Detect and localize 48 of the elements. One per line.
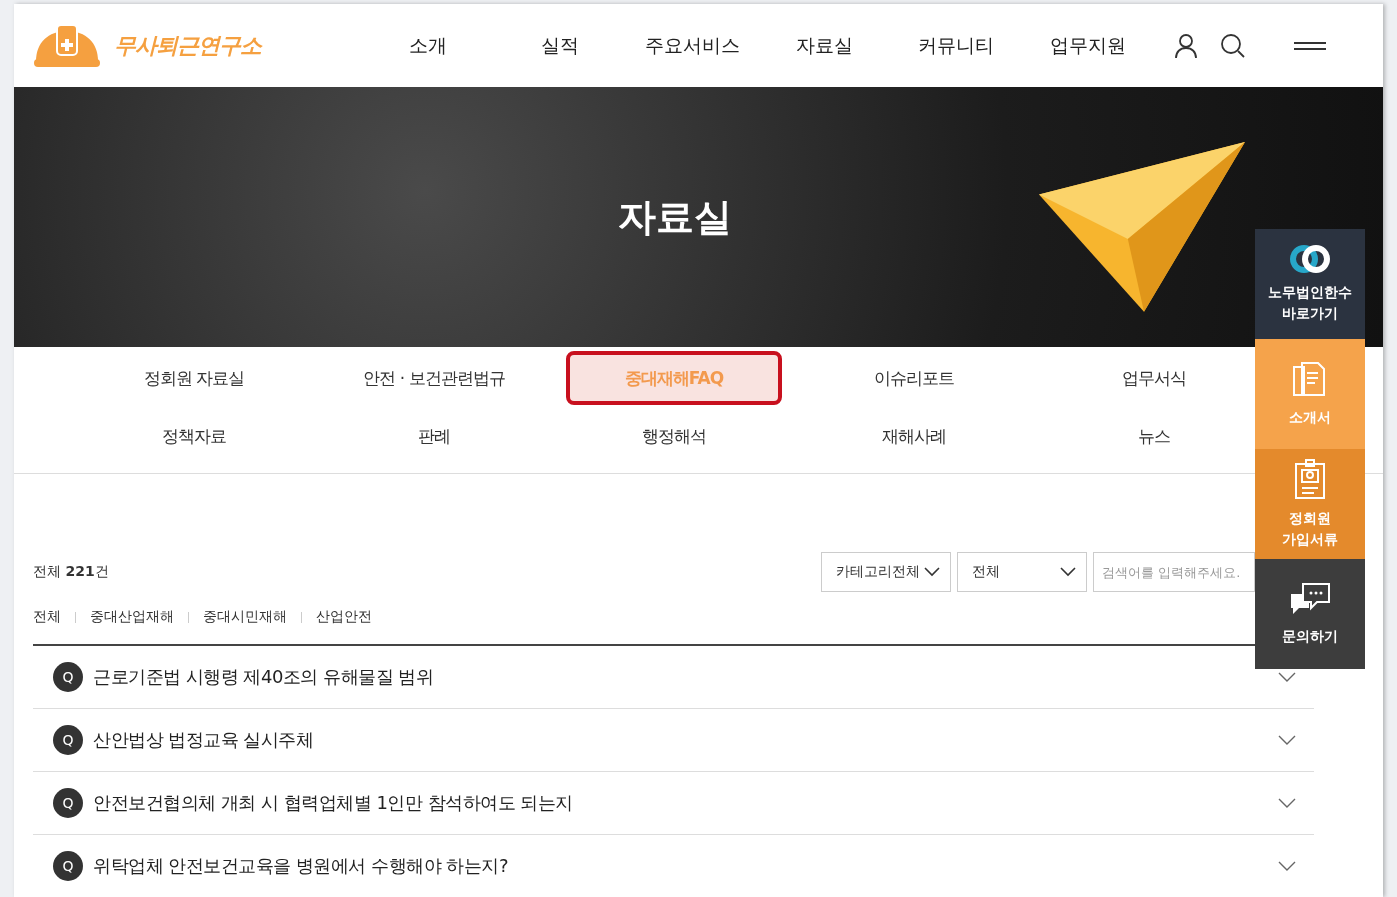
chevron-down-icon bbox=[1278, 798, 1296, 808]
submenu-tab[interactable]: 이슈리포트 bbox=[860, 351, 968, 405]
question-badge: Q bbox=[53, 662, 83, 692]
question-text: 안전보건협의체 개최 시 협력업체별 1인만 참석하여도 되는지 bbox=[93, 791, 574, 815]
submenu-tab[interactable]: 정회원 자료실 bbox=[129, 351, 259, 405]
question-text: 근로기준법 시행령 제40조의 유해물질 범위 bbox=[93, 665, 435, 689]
submenu-tab[interactable]: 재해사례 bbox=[868, 409, 960, 463]
search-field[interactable]: 검색어를 입력해주세요. bbox=[1093, 552, 1255, 592]
faq-row[interactable]: Q 산안법상 법정교육 실시주체 bbox=[33, 709, 1314, 772]
question-text: 산안법상 법정교육 실시주체 bbox=[93, 728, 315, 752]
scope-select[interactable]: 전체 bbox=[957, 552, 1087, 592]
category-link[interactable]: 중대시민재해 bbox=[203, 608, 287, 626]
submenu-tab[interactable]: 판례 bbox=[404, 409, 464, 463]
nav-link[interactable]: 업무지원 bbox=[1022, 32, 1154, 59]
nav-link[interactable]: 소개 bbox=[362, 32, 494, 59]
submenu-tab[interactable]: 정책자료 bbox=[148, 409, 240, 463]
submenu-tab[interactable]: 뉴스 bbox=[1124, 409, 1184, 463]
id-form-icon bbox=[1294, 458, 1326, 500]
user-icon[interactable] bbox=[1174, 32, 1198, 59]
faq-row[interactable]: Q 안전보건협의체 개최 시 협력업체별 1인만 참석하여도 되는지 bbox=[33, 772, 1314, 835]
chevron-down-icon bbox=[1278, 735, 1296, 745]
chevron-down-icon bbox=[1278, 672, 1296, 682]
nav-link[interactable]: 실적 bbox=[494, 32, 626, 59]
chevron-down-icon bbox=[1060, 567, 1076, 577]
question-badge: Q bbox=[53, 851, 83, 881]
total-count: 전체 221건 bbox=[33, 563, 109, 581]
chevron-down-icon bbox=[1278, 861, 1296, 871]
chevron-down-icon bbox=[924, 567, 940, 577]
rings-logo-icon bbox=[1289, 244, 1331, 274]
quick-menu-button[interactable]: 문의하기 bbox=[1255, 559, 1365, 669]
quick-menu-button[interactable]: 노무법인한수 바로가기 bbox=[1255, 229, 1365, 339]
faq-row[interactable]: Q 위탁업체 안전보건교육을 병원에서 수행해야 하는지? bbox=[33, 835, 1314, 897]
question-badge: Q bbox=[53, 788, 83, 818]
question-text: 위탁업체 안전보건교육을 병원에서 수행해야 하는지? bbox=[93, 854, 509, 878]
submenu-tab[interactable]: 행정해석 bbox=[628, 409, 720, 463]
question-badge: Q bbox=[53, 725, 83, 755]
search-icon[interactable] bbox=[1220, 32, 1246, 59]
menu-icon[interactable] bbox=[1294, 40, 1326, 51]
nav-link[interactable]: 주요서비스 bbox=[626, 32, 758, 59]
category-link[interactable]: 전체 bbox=[33, 608, 61, 626]
submenu-tab[interactable]: 업무서식 bbox=[1108, 351, 1200, 405]
banner-title: 자료실 bbox=[617, 193, 732, 241]
category-select[interactable]: 카테고리전체 bbox=[821, 552, 951, 592]
submenu-tab[interactable]: 안전 · 보건관련법규 bbox=[349, 351, 519, 405]
category-link[interactable]: 산업안전 bbox=[316, 608, 372, 626]
category-link[interactable]: 중대산업재해 bbox=[90, 608, 174, 626]
nav-link[interactable]: 커뮤니티 bbox=[890, 32, 1022, 59]
nav-link[interactable]: 자료실 bbox=[758, 32, 890, 59]
